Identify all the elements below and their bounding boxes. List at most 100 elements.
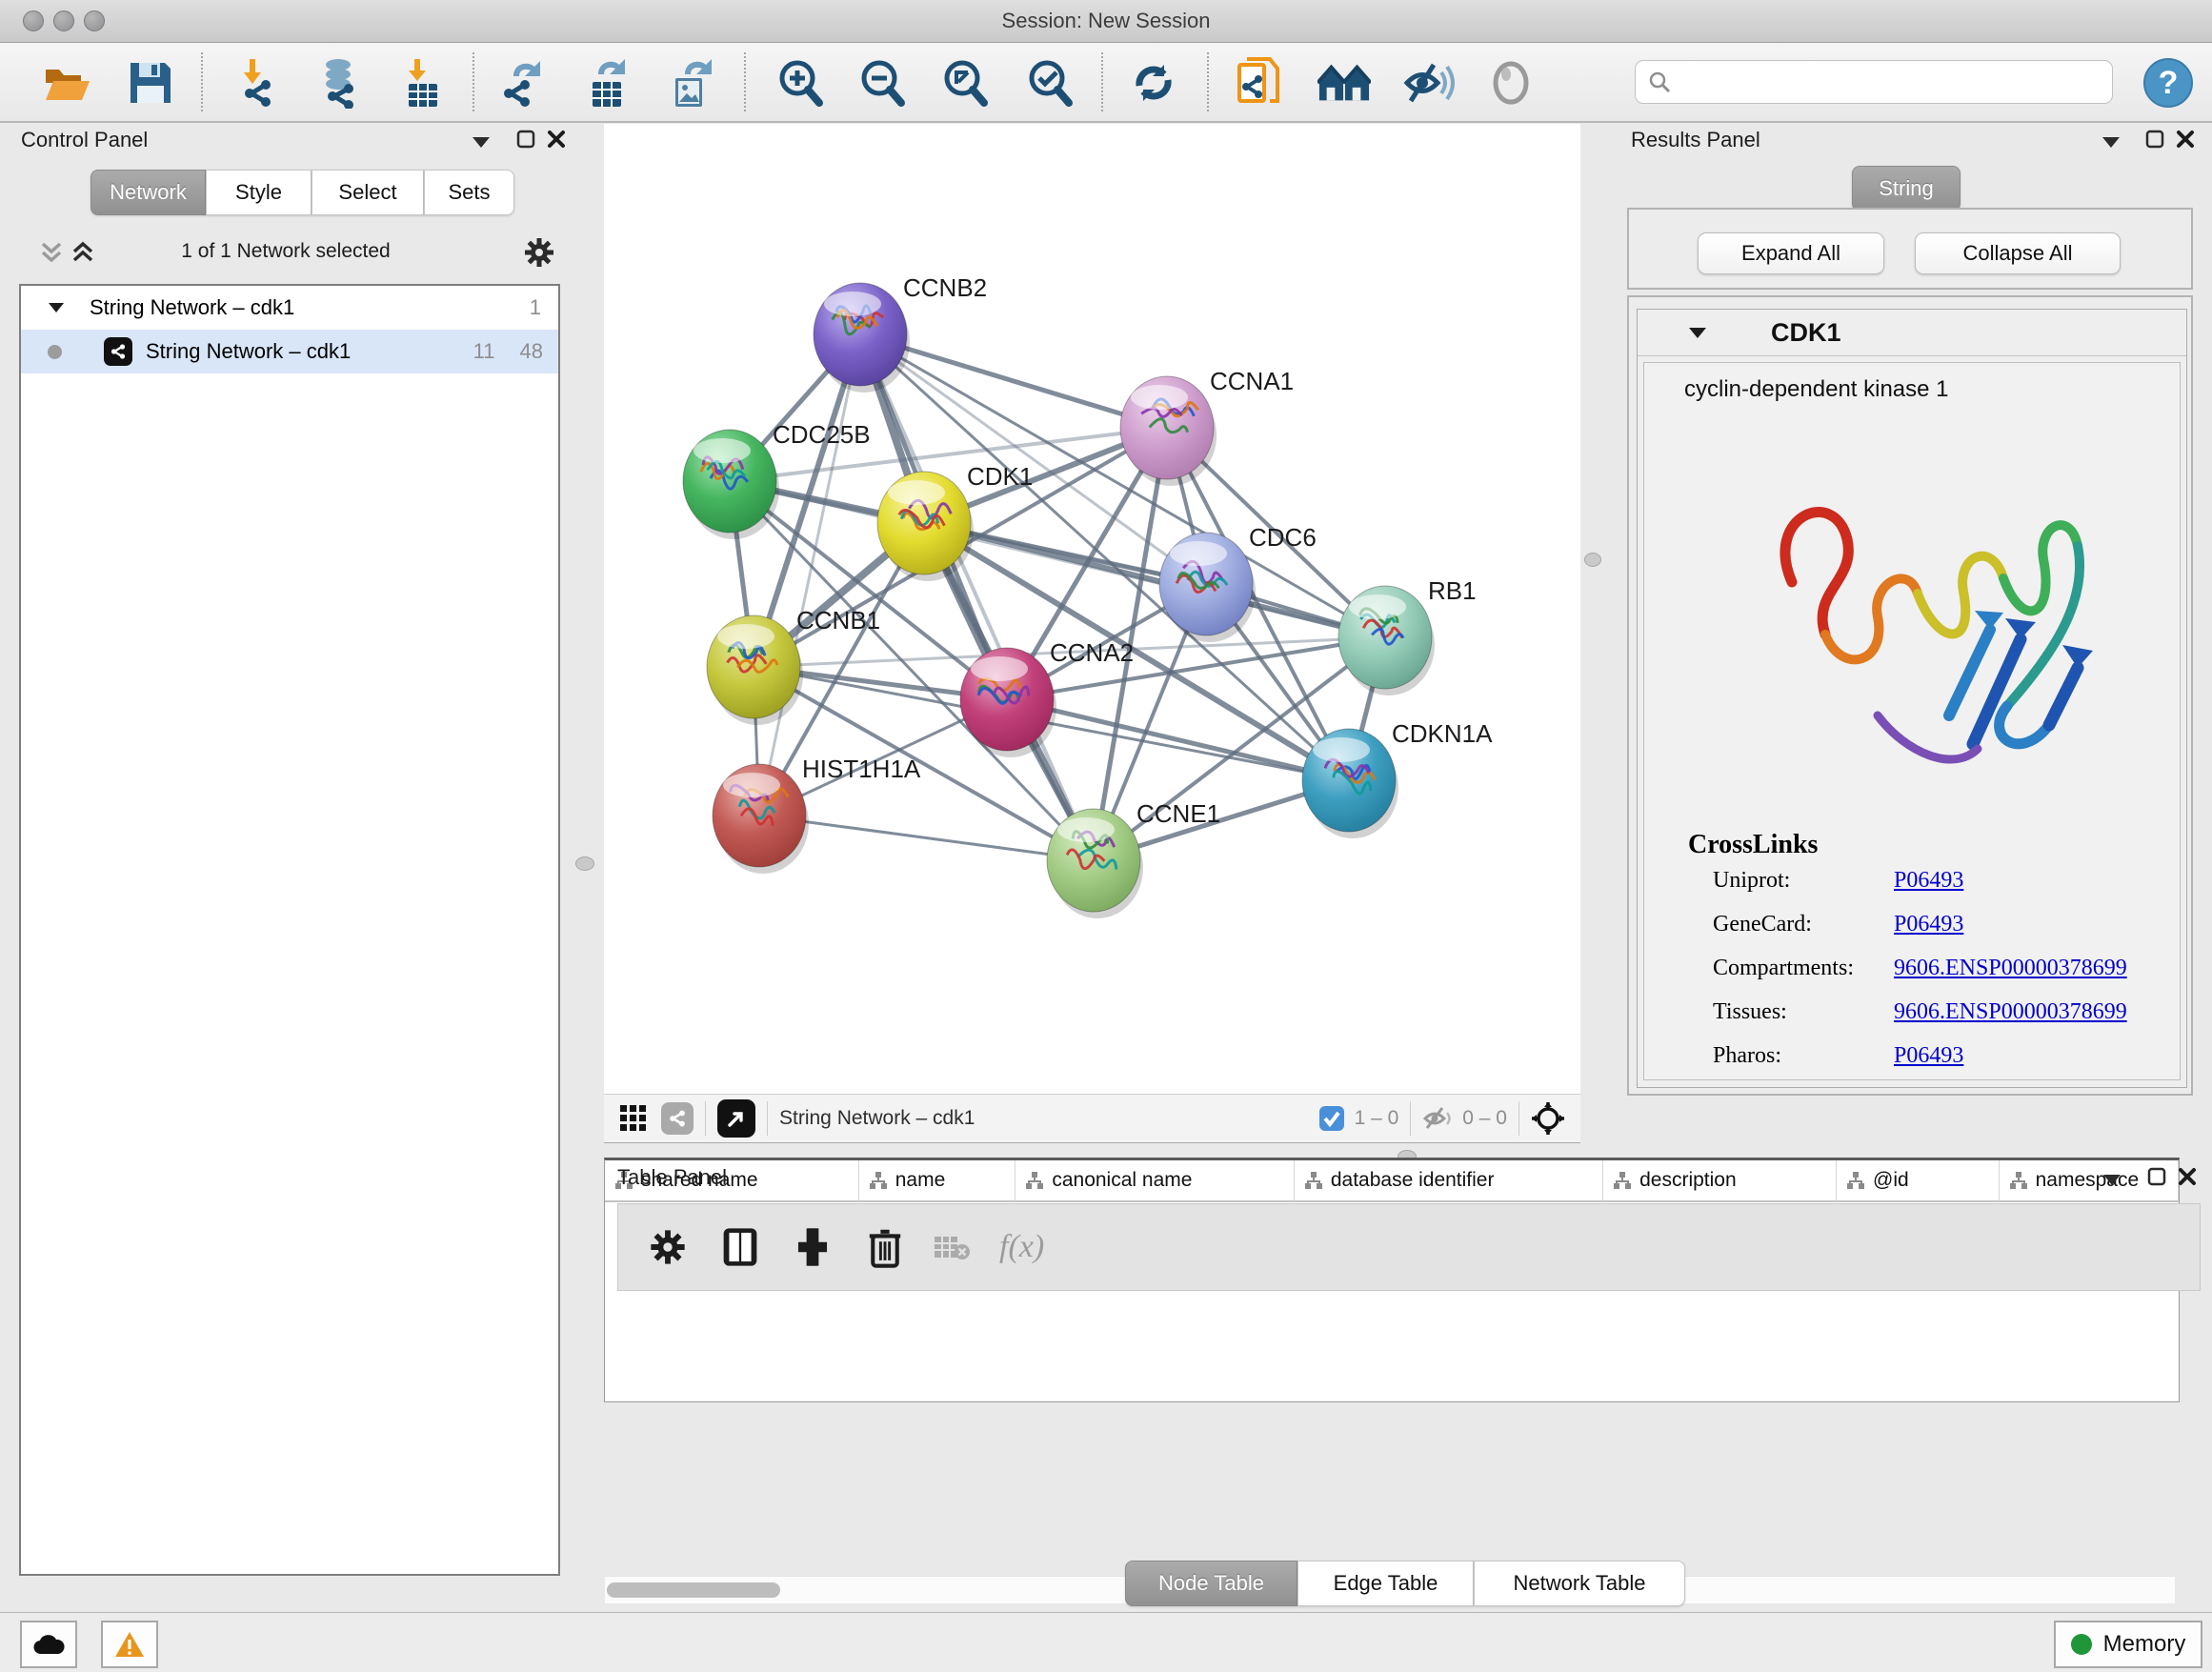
open-session-button[interactable] [40, 56, 93, 110]
selected-checkbox-icon[interactable] [1318, 1105, 1345, 1132]
help-button[interactable]: ? [2142, 56, 2195, 110]
crosslink-row: Tissues:9606.ENSP00000378699 [1713, 999, 2161, 1025]
gene-collapse-icon[interactable] [1687, 326, 1708, 339]
tree-expand-icon[interactable] [48, 302, 65, 313]
network-graph[interactable]: CCNB2CCNA1CDC25BCDK1CDC6RB1CCNB1CCNA2CDK… [604, 124, 1580, 1094]
create-column-button[interactable] [788, 1222, 837, 1272]
table-panel-close-icon[interactable] [2178, 1167, 2197, 1186]
network-collection-row[interactable]: String Network – cdk1 1 [21, 286, 558, 330]
detach-view-button[interactable] [717, 1099, 755, 1138]
collapse-all-button[interactable]: Collapse All [1915, 232, 2121, 274]
network-row[interactable]: String Network – cdk1 11 48 [21, 330, 558, 373]
table-settings-button[interactable] [643, 1222, 693, 1272]
left-splitter-handle[interactable] [575, 856, 594, 871]
tab-node-table[interactable]: Node Table [1125, 1561, 1297, 1606]
refresh-button[interactable] [1127, 56, 1180, 110]
hidden-eye-icon[interactable] [1422, 1105, 1453, 1132]
crosslink-link[interactable]: P06493 [1894, 912, 1963, 937]
import-network-file-button[interactable] [231, 56, 285, 110]
gene-section-header[interactable]: CDK1 [1638, 310, 2186, 356]
zoom-in-button[interactable] [774, 56, 827, 110]
birds-eye-icon[interactable] [1531, 1101, 1565, 1136]
node-CDC6[interactable] [1159, 533, 1256, 642]
tab-network-table[interactable]: Network Table [1474, 1561, 1685, 1606]
memory-button[interactable]: Memory [2054, 1621, 2202, 1668]
import-network-from-database-button[interactable] [312, 56, 365, 110]
show-glass-button[interactable] [1484, 56, 1538, 110]
tab-select[interactable]: Select [312, 170, 424, 215]
share-file-button[interactable] [1233, 56, 1286, 110]
control-panel-collapse-icon[interactable] [471, 135, 492, 149]
node-CDK1[interactable] [877, 472, 974, 581]
string-home-button[interactable] [1317, 56, 1371, 110]
network-options-gear-icon[interactable] [523, 236, 555, 269]
node-CDC25B[interactable] [683, 430, 779, 539]
zoom-fit-button[interactable] [938, 56, 992, 110]
expand-all-button[interactable]: Expand All [1698, 232, 1884, 274]
node-CCNA1[interactable] [1120, 376, 1217, 486]
crosslink-link[interactable]: P06493 [1894, 1043, 1963, 1069]
node-CCNA2[interactable] [960, 648, 1056, 757]
hide-glass-button[interactable] [1401, 56, 1455, 110]
column-header-label: canonical name [1052, 1169, 1192, 1192]
column-header-database-identifier[interactable]: database identifier [1295, 1160, 1603, 1202]
network-icon-gray[interactable] [661, 1102, 694, 1135]
column-header-canonical-name[interactable]: canonical name [1016, 1160, 1295, 1202]
search-box[interactable] [1635, 60, 2113, 104]
node-CCNB2[interactable] [814, 283, 910, 393]
zoom-out-button[interactable] [855, 56, 909, 110]
node-label-CDC25B: CDC25B [773, 420, 871, 449]
node-CCNE1[interactable] [1047, 809, 1143, 918]
function-builder-button[interactable]: f(x) [999, 1229, 1044, 1265]
table-toolbar: f(x) [617, 1203, 2201, 1291]
zoom-selected-button[interactable] [1023, 56, 1076, 110]
node-CDKN1A[interactable] [1302, 729, 1398, 838]
network-node-count: 11 [473, 339, 495, 364]
tab-edge-table[interactable]: Edge Table [1297, 1561, 1474, 1606]
warnings-button[interactable] [101, 1621, 158, 1668]
column-tree-icon [1846, 1171, 1865, 1190]
edge-HIST1H1A-CCNE1[interactable] [759, 816, 1094, 860]
node-HIST1H1A[interactable] [713, 764, 809, 874]
crosslink-link[interactable]: P06493 [1894, 868, 1963, 894]
control-panel-float-icon[interactable] [516, 130, 535, 149]
delete-column-button[interactable] [860, 1222, 910, 1272]
export-image-button[interactable] [665, 56, 718, 110]
network-canvas[interactable]: CCNB2CCNA1CDC25BCDK1CDC6RB1CCNB1CCNA2CDK… [604, 124, 1580, 1094]
right-splitter-handle[interactable] [1584, 553, 1601, 567]
network-status-dot [48, 345, 62, 359]
results-panel-collapse-icon[interactable] [2101, 135, 2122, 149]
export-network-button[interactable] [495, 56, 549, 110]
column-tree-icon [1304, 1171, 1323, 1190]
grid-view-icon[interactable] [619, 1104, 648, 1133]
tab-network[interactable]: Network [90, 170, 206, 215]
node-label-CDKN1A: CDKN1A [1392, 719, 1493, 748]
collection-count: 1 [530, 295, 541, 320]
tab-style[interactable]: Style [206, 170, 312, 215]
export-table-button[interactable] [580, 56, 633, 110]
save-session-button[interactable] [124, 56, 177, 110]
crosslink-link[interactable]: 9606.ENSP00000378699 [1894, 956, 2127, 981]
column-header-description[interactable]: description [1603, 1160, 1837, 1202]
table-panel-collapse-icon[interactable] [2101, 1173, 2122, 1186]
hidden-count: 0 – 0 [1462, 1107, 1507, 1130]
crosslink-link[interactable]: 9606.ENSP00000378699 [1894, 999, 2127, 1025]
memory-label: Memory [2103, 1631, 2186, 1658]
column-header-name[interactable]: name [859, 1160, 1016, 1202]
results-panel-float-icon[interactable] [2145, 130, 2164, 149]
search-input[interactable] [1679, 71, 2112, 94]
edge-CCNB2-HIST1H1A[interactable] [759, 334, 860, 816]
import-table-button[interactable] [396, 56, 450, 110]
column-tree-icon [1613, 1171, 1632, 1190]
column-header--id[interactable]: @id [1837, 1160, 2000, 1202]
show-columns-button[interactable] [715, 1222, 765, 1272]
node-CCNB1[interactable] [707, 615, 803, 725]
table-panel-float-icon[interactable] [2147, 1167, 2166, 1186]
control-panel-close-icon[interactable] [547, 130, 566, 149]
zoom-selected-icon [1024, 57, 1076, 109]
tab-string[interactable]: String [1852, 166, 1961, 212]
tab-sets[interactable]: Sets [424, 170, 514, 215]
results-panel-close-icon[interactable] [2176, 130, 2195, 149]
cloud-button[interactable] [20, 1621, 77, 1668]
node-RB1[interactable] [1338, 586, 1435, 695]
